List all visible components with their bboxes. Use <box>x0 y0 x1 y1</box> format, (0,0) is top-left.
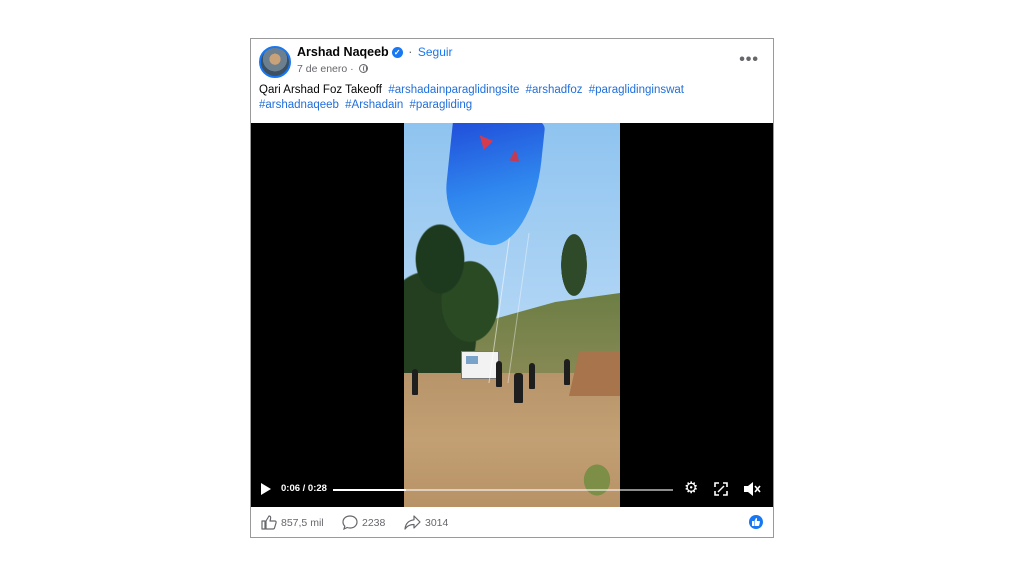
post-header: Arshad Naqeeb ✓ · Seguir 7 de enero · •••… <box>251 39 773 123</box>
like-count: 857,5 mil <box>281 517 324 529</box>
author-line: Arshad Naqeeb ✓ · Seguir <box>297 45 453 59</box>
globe-icon <box>358 64 368 73</box>
separator-dot: · <box>408 45 413 59</box>
share-count: 3014 <box>425 517 449 529</box>
share-icon <box>404 515 421 530</box>
video-time: 0:06 / 0:28 <box>281 483 327 494</box>
post-caption: Qari Arshad Foz Takeoff #arshadainparagl… <box>259 83 764 113</box>
hashtag-link[interactable]: #arshadfoz <box>526 84 583 96</box>
scene-tree <box>554 233 594 313</box>
play-icon[interactable] <box>261 483 271 495</box>
video-progress-bar[interactable] <box>333 489 673 491</box>
video-frame-paragliding-scene <box>404 123 620 507</box>
hashtag-link[interactable]: #arshadainparaglidingsite <box>388 84 519 96</box>
hashtag-link[interactable]: #Arshadain <box>345 99 403 111</box>
more-options-icon[interactable]: ••• <box>739 51 759 69</box>
video-player[interactable]: 0:06 / 0:28 ⚙ <box>251 123 773 507</box>
hashtag-link[interactable]: #paragliding <box>410 99 473 111</box>
video-controls: 0:06 / 0:28 ⚙ <box>251 475 773 505</box>
comment-icon <box>342 515 358 531</box>
scene-person <box>564 359 570 385</box>
video-progress-fill <box>333 489 406 491</box>
meta-separator: · <box>350 63 354 75</box>
like-count-button[interactable]: 857,5 mil <box>261 515 324 531</box>
author-avatar[interactable] <box>259 46 291 78</box>
facebook-post-card: Arshad Naqeeb ✓ · Seguir 7 de enero · •••… <box>250 38 774 538</box>
caption-text: Qari Arshad Foz Takeoff <box>259 84 382 96</box>
scene-person <box>412 369 418 395</box>
reaction-like-badge[interactable] <box>749 515 763 529</box>
scene-person <box>529 363 535 389</box>
thumbs-up-icon <box>752 518 760 526</box>
comment-count: 2238 <box>362 517 386 529</box>
post-date[interactable]: 7 de enero <box>297 63 347 75</box>
comment-count-button[interactable]: 2238 <box>342 515 385 531</box>
verified-badge-icon: ✓ <box>391 47 403 58</box>
fullscreen-icon[interactable] <box>714 482 728 496</box>
hashtag-link[interactable]: #paraglidinginswat <box>589 84 684 96</box>
post-meta: 7 de enero · <box>297 63 368 75</box>
settings-gear-icon[interactable]: ⚙ <box>684 481 698 497</box>
share-count-button[interactable]: 3014 <box>404 515 448 531</box>
like-icon <box>261 515 277 530</box>
hashtag-link[interactable]: #arshadnaqeeb <box>259 99 339 111</box>
follow-button[interactable]: Seguir <box>418 45 453 59</box>
scene-pilot <box>514 373 523 403</box>
engagement-bar: 857,5 mil 2238 3014 <box>251 507 773 539</box>
mute-icon[interactable] <box>743 481 761 497</box>
author-name[interactable]: Arshad Naqeeb <box>297 45 389 59</box>
